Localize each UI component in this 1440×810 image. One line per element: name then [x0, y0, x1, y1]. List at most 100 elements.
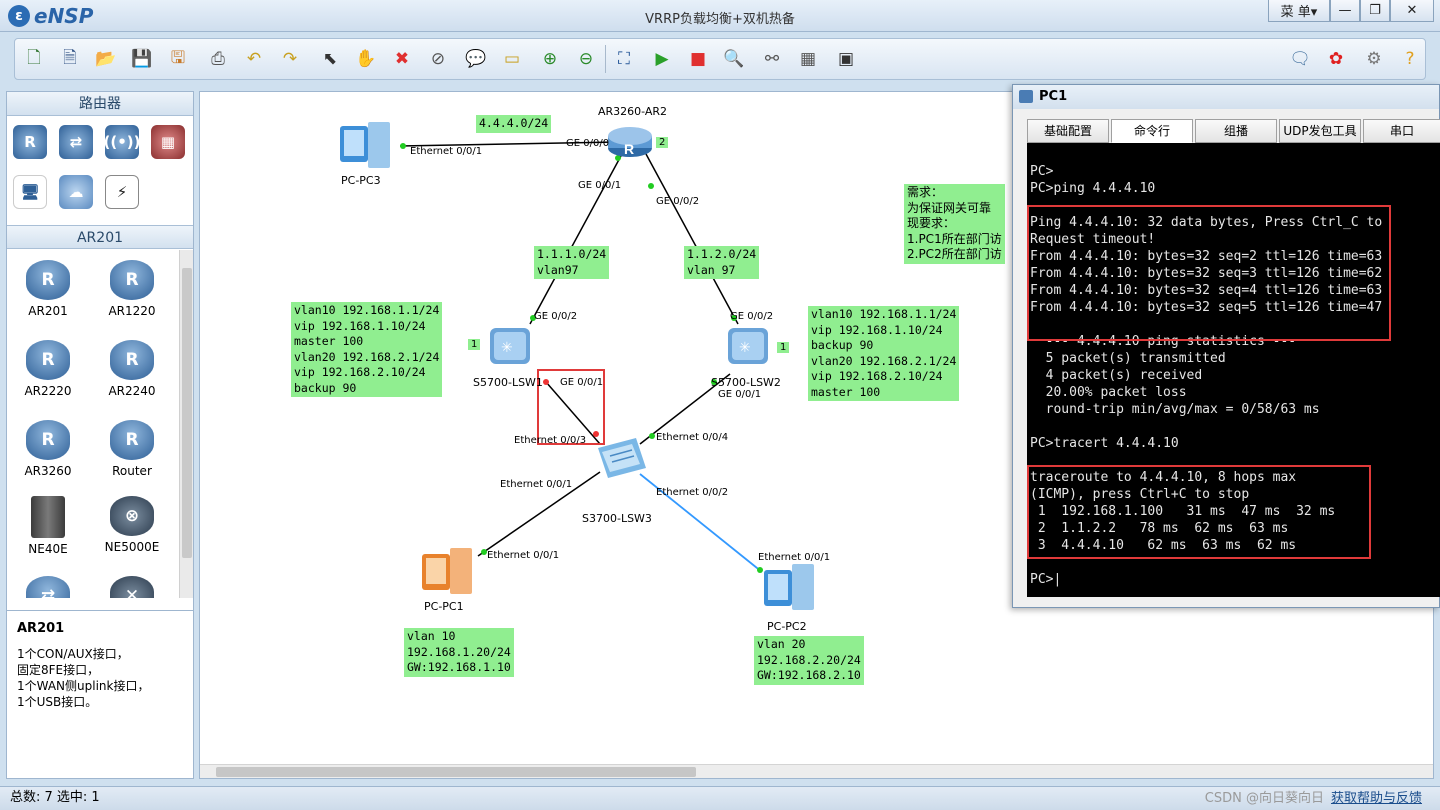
device-ne5000e[interactable]: ⊗ NE5000E: [97, 496, 167, 554]
cable-category-icon[interactable]: ⚡: [105, 175, 139, 209]
device-label-pc1: PC-PC1: [424, 600, 464, 613]
topology-icon[interactable]: ⚯: [759, 46, 785, 72]
device-ar201[interactable]: R AR201: [13, 260, 83, 318]
device-ar1220[interactable]: R AR1220: [97, 260, 167, 318]
description-title: AR201: [17, 621, 65, 636]
stop-device-icon[interactable]: ■: [685, 46, 711, 72]
port-dot: [543, 379, 549, 385]
menu-button[interactable]: 菜 单▾: [1268, 0, 1330, 22]
pc1-title-text: PC1: [1039, 89, 1068, 104]
huawei-logo-icon[interactable]: ✿: [1323, 46, 1349, 72]
device-router[interactable]: R Router: [97, 420, 167, 478]
device-ar2220[interactable]: R AR2220: [13, 340, 83, 398]
zoom-out-icon[interactable]: ⊖: [573, 46, 599, 72]
new-template-icon[interactable]: 🗎: [57, 46, 83, 72]
port-label: Ethernet 0/0/2: [656, 487, 729, 498]
restore-button[interactable]: ❐: [1360, 0, 1390, 22]
router-icon: ⇄: [26, 576, 70, 598]
tab-serial[interactable]: 串口: [1363, 119, 1440, 143]
router-icon: R: [110, 340, 154, 380]
tab-command-line[interactable]: 命令行: [1111, 119, 1193, 143]
device-partial-1[interactable]: ⇄: [13, 576, 83, 598]
zoom-in-icon[interactable]: ⊕: [537, 46, 563, 72]
link-ar2-lsw2[interactable]: [645, 153, 739, 325]
capture-icon[interactable]: 🔍: [721, 46, 747, 72]
note-link-1[interactable]: 1.1.1.0/24 vlan97: [534, 246, 610, 279]
delete-icon[interactable]: ✖: [389, 46, 415, 72]
console-line: 20.00% packet loss: [1030, 385, 1187, 400]
status-text: 总数: 7 选中: 1: [10, 790, 100, 805]
note-pc1-config[interactable]: vlan 10 192.168.1.20/24 GW:192.168.1.10: [404, 628, 514, 677]
svg-text:✳: ✳: [739, 339, 751, 355]
wireless-category-icon[interactable]: ((•)): [104, 125, 141, 159]
grid-icon[interactable]: ▦: [795, 46, 821, 72]
router-icon: R: [26, 260, 70, 300]
start-device-icon[interactable]: ▶: [649, 46, 675, 72]
device-ne40e[interactable]: NE40E: [13, 496, 83, 556]
undo-icon[interactable]: ↶: [241, 46, 267, 72]
device-ar3260[interactable]: R AR3260: [13, 420, 83, 478]
switch-lsw3-icon[interactable]: [598, 438, 646, 478]
pc-pc2-icon[interactable]: [764, 564, 814, 610]
help-icon[interactable]: ?: [1397, 46, 1423, 72]
pc1-window-title[interactable]: PC1: [1013, 85, 1439, 109]
redo-icon[interactable]: ↷: [277, 46, 303, 72]
scrollbar-thumb[interactable]: [216, 767, 696, 777]
chat-icon[interactable]: 🗨: [1287, 46, 1313, 72]
save-icon[interactable]: 💾: [129, 46, 155, 72]
device-partial-2[interactable]: ✕: [97, 576, 167, 598]
note-pc2-config[interactable]: vlan 20 192.168.2.20/24 GW:192.168.2.10: [754, 636, 864, 685]
new-topology-icon[interactable]: 🗋: [21, 46, 47, 72]
port-dot: [400, 143, 406, 149]
device-list-scrollbar[interactable]: [179, 250, 193, 598]
note-lsw2-config[interactable]: vlan10 192.168.1.1/24 vip 192.168.1.10/2…: [808, 306, 960, 401]
badge-ar2: 2: [656, 137, 669, 148]
device-description: AR201 1个CON/AUX接口， 固定8FE接口， 1个WAN侧uplink…: [7, 610, 193, 778]
pc-pc3-icon[interactable]: [340, 122, 390, 168]
firewall-category-icon[interactable]: ▦: [151, 125, 185, 159]
title-bar: ε eNSP VRRP负载均衡+双机热备 菜 单▾ — ❐ ✕: [0, 0, 1440, 32]
canvas-horizontal-scrollbar[interactable]: [200, 764, 1433, 778]
core-router-icon: ⊗: [110, 496, 154, 536]
settings-icon[interactable]: ⚙: [1361, 46, 1387, 72]
screenshot-icon[interactable]: ▣: [833, 46, 859, 72]
minimize-button[interactable]: —: [1330, 0, 1360, 22]
note-requirement[interactable]: 需求： 为保证网关可靠 现要求： 1.PC1所在部门访 2.PC2所在部门访: [904, 184, 1005, 264]
note-network-4[interactable]: 4.4.4.0/24: [476, 115, 552, 133]
delete-link-icon[interactable]: ⊘: [425, 46, 451, 72]
open-icon[interactable]: 📂: [93, 46, 119, 72]
router-ar2-icon[interactable]: R: [608, 127, 652, 157]
pc-pc1-icon[interactable]: [422, 548, 472, 594]
port-label: GE 0/0/2: [534, 311, 578, 322]
hand-drag-icon[interactable]: ✋: [353, 46, 379, 72]
console-line: 4 packet(s) received: [1030, 368, 1203, 383]
main-toolbar: 🗋 🗎 📂 💾 🖫 ⎙ ↶ ↷ ⬉ ✋ ✖ ⊘ 💬 ▭ ⊕ ⊖ ⛶ ▶ ■ 🔍 …: [14, 38, 1426, 80]
pc-category-icon[interactable]: 🖥: [13, 175, 47, 209]
router-category-icon[interactable]: R: [13, 125, 47, 159]
pc1-console-window[interactable]: PC1 基础配置 命令行 组播 UDP发包工具 串口 PC> PC>ping 4.…: [1012, 84, 1440, 608]
save-as-icon[interactable]: 🖫: [165, 46, 191, 72]
switch-lsw2-icon[interactable]: ✳: [728, 328, 768, 364]
text-note-icon[interactable]: 💬: [463, 46, 489, 72]
scrollbar-thumb[interactable]: [182, 268, 192, 558]
note-lsw1-config[interactable]: vlan10 192.168.1.1/24 vip 192.168.1.10/2…: [291, 302, 443, 397]
rectangle-icon[interactable]: ▭: [499, 46, 525, 72]
note-link-2[interactable]: 1.1.2.0/24 vlan 97: [684, 246, 760, 279]
device-ar2240[interactable]: R AR2240: [97, 340, 167, 398]
tab-udp-tool[interactable]: UDP发包工具: [1279, 119, 1361, 143]
chassis-router-icon: [31, 496, 65, 538]
tab-multicast[interactable]: 组播: [1195, 119, 1277, 143]
tab-basic-config[interactable]: 基础配置: [1027, 119, 1109, 143]
help-feedback-link[interactable]: 获取帮助与反馈: [1331, 788, 1422, 810]
select-icon[interactable]: ⬉: [317, 46, 343, 72]
port-dot: [649, 433, 655, 439]
print-icon[interactable]: ⎙: [205, 46, 231, 72]
device-label-pc3: PC-PC3: [341, 174, 381, 187]
device-label-lsw2: S5700-LSW2: [711, 376, 781, 389]
cloud-category-icon[interactable]: ☁: [59, 175, 93, 209]
svg-text:R: R: [624, 141, 634, 157]
switch-category-icon[interactable]: ⇄: [59, 125, 93, 159]
switch-lsw1-icon[interactable]: ✳: [490, 328, 530, 364]
close-button[interactable]: ✕: [1390, 0, 1434, 22]
fit-window-icon[interactable]: ⛶: [611, 46, 637, 72]
